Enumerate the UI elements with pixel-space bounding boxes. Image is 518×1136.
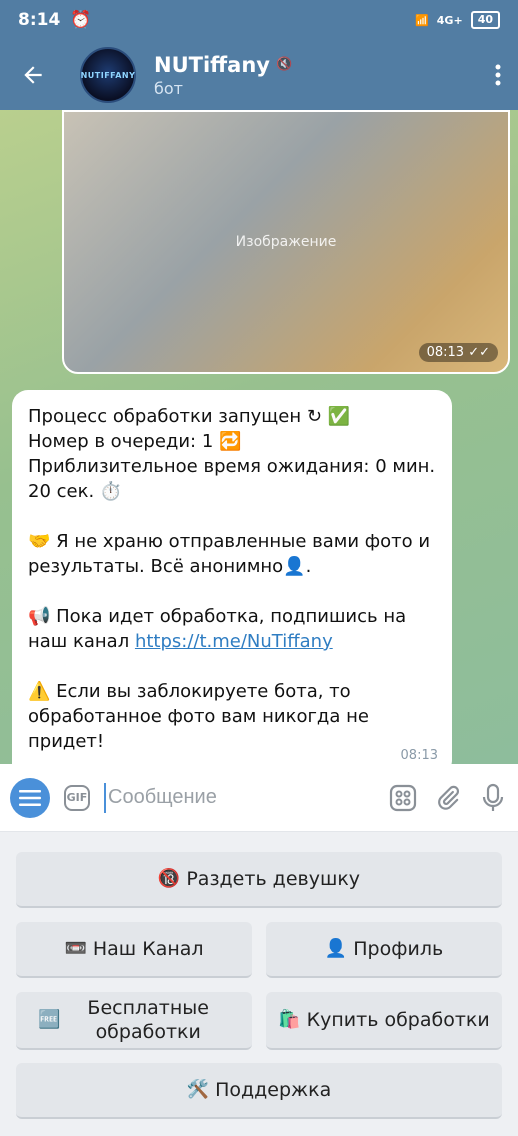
buy-label: Купить обработки xyxy=(306,1009,490,1031)
gif-button[interactable]: GIF xyxy=(63,784,90,811)
attach-button[interactable] xyxy=(432,784,463,812)
photo-time: 08:13 ✓✓ xyxy=(418,343,498,362)
network-type: 4G+ xyxy=(436,13,463,27)
undress-label: Раздеть девушку xyxy=(186,868,361,890)
read-check-icon: ✓✓ xyxy=(468,345,490,360)
microphone-icon xyxy=(482,783,503,811)
bot-menu-button[interactable] xyxy=(10,777,50,818)
chat-header: NUTIFFANY NUTiffany 🔇 бот xyxy=(0,40,518,110)
free-icon: 🆓 xyxy=(38,1009,61,1030)
muted-icon: 🔇 xyxy=(275,57,293,72)
kebab-menu-icon xyxy=(495,64,501,86)
support-button[interactable]: 🛠️ Поддержка xyxy=(16,1063,502,1119)
profile-button[interactable]: 👤 Профиль xyxy=(266,922,502,978)
back-arrow-icon xyxy=(24,66,42,84)
videotape-icon: 📼 xyxy=(64,938,87,959)
channel-link[interactable]: https://t.me/NuTiffany xyxy=(135,631,333,652)
support-label: Поддержка xyxy=(215,1079,332,1101)
subscribe-block: 📢 Пока идет обработка, подпишись на наш … xyxy=(28,604,436,654)
queue-line: Номер в очереди: 1 🔁 xyxy=(28,431,242,452)
text-message[interactable]: Процесс обработки запущен ↻ ✅ Номер в оч… xyxy=(12,390,452,764)
alarm-icon: ⏰ xyxy=(70,10,92,30)
profile-label: Профиль xyxy=(353,938,444,960)
message-status-block: Процесс обработки запущен ↻ ✅ Номер в оч… xyxy=(28,404,436,504)
adult-icon: 🔞 xyxy=(157,868,181,889)
chat-name: NUTiffany xyxy=(154,52,270,77)
status-bar: 8:14 ⏰ 📶 4G+ 40 xyxy=(0,0,518,40)
bot-keyboard-icon xyxy=(389,784,416,811)
chat-title-block[interactable]: NUTiffany 🔇 бот xyxy=(154,53,478,98)
status-time: 8:14 xyxy=(18,10,61,30)
photo-placeholder: Изображение xyxy=(235,234,337,250)
chat-title: NUTiffany 🔇 xyxy=(154,53,478,77)
buy-processing-button[interactable]: 🛍️ Купить обработки xyxy=(266,992,502,1050)
voice-button[interactable] xyxy=(477,783,508,813)
user-icon: 👤 xyxy=(324,938,348,959)
shopping-bags-icon: 🛍️ xyxy=(278,1009,301,1030)
chat-area[interactable]: Изображение 08:13 ✓✓ Процесс обработки з… xyxy=(0,110,518,764)
avatar[interactable]: NUTIFFANY xyxy=(80,47,136,103)
input-bar: GIF xyxy=(0,764,518,832)
free-label: Бесплатные обработки xyxy=(87,997,209,1043)
more-options-button[interactable] xyxy=(478,40,518,110)
bot-keyboard: 🔞 Раздеть девушку 📼 Наш Канал 👤 Профиль … xyxy=(0,832,518,1136)
channel-button[interactable]: 📼 Наш Канал xyxy=(16,922,252,978)
message-time: 08:13 xyxy=(400,748,438,763)
channel-label: Наш Канал xyxy=(92,938,204,960)
hamburger-icon xyxy=(18,789,41,806)
keyboard-toggle-button[interactable] xyxy=(387,784,418,812)
chat-subtitle: бот xyxy=(154,78,183,98)
tools-icon: 🛠️ xyxy=(186,1079,210,1100)
warning-line: ⚠️ Если вы заблокируете бота, то обработ… xyxy=(28,681,369,752)
status-right: 📶 4G+ 40 xyxy=(415,11,500,29)
battery-icon: 40 xyxy=(470,11,500,29)
wait-line: Приблизительное время ожидания: 0 мин. 2… xyxy=(28,456,436,502)
message-input[interactable] xyxy=(104,782,373,813)
paperclip-icon xyxy=(437,785,459,810)
undress-button[interactable]: 🔞 Раздеть девушку xyxy=(16,852,502,908)
processing-line: Процесс обработки запущен ↻ ✅ xyxy=(28,406,351,427)
photo-message[interactable]: Изображение 08:13 ✓✓ xyxy=(62,110,510,374)
privacy-line: 🤝 Я не храню отправленные вами фото и ре… xyxy=(28,531,431,577)
free-processing-button[interactable]: 🆓 Бесплатные обработки xyxy=(16,992,252,1050)
wifi-icon: 📶 xyxy=(415,13,429,27)
back-button[interactable] xyxy=(0,40,66,110)
